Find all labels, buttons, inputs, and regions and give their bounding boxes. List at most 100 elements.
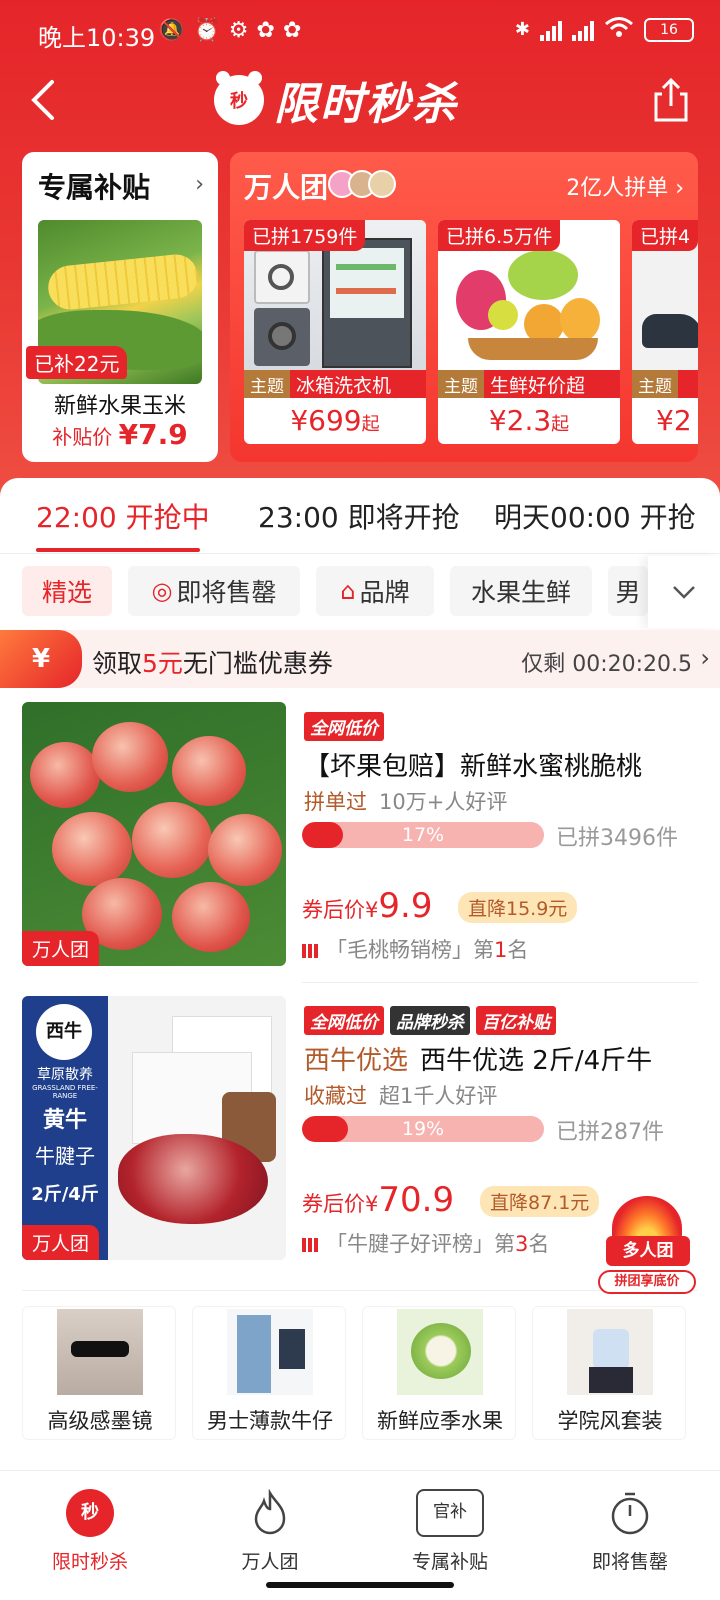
coupon-banner[interactable]: ¥ 领取5元无门槛优惠券 仅剩 00:20:20.5 › <box>0 630 720 688</box>
chip-featured[interactable]: 精选 <box>22 566 112 616</box>
back-button[interactable] <box>22 76 66 124</box>
group-item-price: ¥2.3起 <box>488 404 570 437</box>
target-icon: ◎ <box>151 577 173 605</box>
chip-men[interactable]: 男 <box>608 566 648 616</box>
group-item[interactable]: 已拼4 主题 ¥2 <box>632 220 698 444</box>
recommend-item[interactable]: 男士薄款牛仔 <box>192 1306 346 1440</box>
chip-fresh-fruit[interactable]: 水果生鲜 <box>450 566 592 616</box>
product-subtitle: 收藏过 超1千人好评 <box>304 1084 498 1108</box>
recommend-label: 学院风套装 <box>557 1409 663 1433</box>
image-text: GRASSLAND FREE-RANGE <box>32 1084 98 1100</box>
divider <box>302 982 698 983</box>
tab-2200[interactable]: 22:00 开抢中 <box>36 496 210 536</box>
group-title: 万人团 <box>244 171 329 204</box>
chevron-down-icon <box>673 586 695 599</box>
ranking-link[interactable]: 「毛桃畅销榜」第1名 <box>302 934 528 964</box>
category-chips: 精选 ◎ 即将售罄 ⌂ 品牌 水果生鲜 男 <box>0 556 720 628</box>
coupon-text: 领取5元无门槛优惠券 <box>92 649 333 678</box>
sunglasses-image <box>57 1309 143 1395</box>
sold-count: 已拼1759件 <box>244 220 366 251</box>
tag-lowest-price: 全网低价 <box>304 712 384 741</box>
flame-icon <box>246 1488 294 1537</box>
sold-count: 已拼4 <box>632 220 698 251</box>
uniform-image <box>567 1309 653 1395</box>
multi-group-float-button[interactable]: 多人团 拼团享底价 <box>598 1196 696 1300</box>
tab-2300[interactable]: 23:00 即将开抢 <box>258 496 460 536</box>
chevron-right-icon: › <box>195 172 204 197</box>
product-tags: 全网低价 <box>304 712 384 741</box>
battery-icon: 16 <box>644 17 694 42</box>
sold-count: 已拼3496件 <box>556 826 678 851</box>
subsidy-price: 补贴价 ¥7.9 <box>52 418 188 451</box>
ranking-icon <box>302 944 318 958</box>
tab-group-buy[interactable]: 万人团 <box>180 1471 360 1600</box>
share-button[interactable] <box>648 76 694 124</box>
tab-exclusive-subsidy[interactable]: 官补 专属补贴 <box>360 1471 540 1600</box>
expand-categories-button[interactable] <box>648 556 720 628</box>
product-name: 【坏果包赔】新鲜水蜜桃脆桃 <box>304 752 643 782</box>
status-bar: 晚上10:39 🔕⏰⚙✿✿ ✱ 16 <box>0 0 720 64</box>
signal-icon-2 <box>572 19 594 41</box>
theme-label: 主题 生鲜好价超 <box>438 370 620 398</box>
product-name: 西牛优选 西牛优选 2斤/4斤牛 <box>304 1046 653 1076</box>
image-text: 黄牛 <box>42 1108 87 1133</box>
coupon-countdown: 仅剩 00:20:20.5 <box>521 652 692 677</box>
recommend-item[interactable]: 学院风套装 <box>532 1306 686 1440</box>
progress-percent: 17% <box>401 824 445 846</box>
product-card[interactable]: 万人团 全网低价 【坏果包赔】新鲜水蜜桃脆桃 拼单过 10万+人好评 17% 已拼… <box>0 702 720 992</box>
group-buy-card[interactable]: 万人团 2亿人拼单 › 已拼1759件 主题 冰箱洗衣机 ¥699起 已拼6.5万… <box>230 152 698 462</box>
group-avatars <box>328 170 396 198</box>
time-tabs: 22:00 开抢中 23:00 即将开抢 明天00:00 开抢 <box>0 478 720 554</box>
product-tags: 全网低价 品牌秒杀 百亿补贴 <box>304 1006 556 1035</box>
ranking-icon <box>302 1238 318 1252</box>
tab-flash-sale[interactable]: 秒 限时秒杀 <box>0 1471 180 1600</box>
float-sublabel: 拼团享底价 <box>598 1270 696 1294</box>
page-title-wrap: 秒 限时秒杀 <box>214 70 458 130</box>
product-price: 券后价¥70.9 <box>302 1180 455 1220</box>
status-notification-icons: 🔕⏰⚙✿✿ <box>158 18 310 43</box>
subsidy-title: 专属补贴 <box>38 171 151 204</box>
share-icon <box>654 77 688 122</box>
tab-tomorrow-0000[interactable]: 明天00:00 开抢 <box>494 496 696 536</box>
brand-icon: ⌂ <box>340 577 356 605</box>
ranking-link[interactable]: 「牛腱子好评榜」第3名 <box>302 1228 549 1258</box>
tag-lowest-price: 全网低价 <box>304 1006 384 1035</box>
seckill-clock-icon: 秒 <box>214 71 264 125</box>
tab-label: 专属补贴 <box>411 1551 488 1573</box>
price-drop-badge: 直降87.1元 <box>480 1186 600 1217</box>
image-text: 牛腱子 <box>35 1144 95 1168</box>
tab-selling-out[interactable]: 即将售罄 <box>540 1471 720 1600</box>
divider <box>22 1290 698 1291</box>
chip-brand[interactable]: ⌂ 品牌 <box>316 566 434 616</box>
tab-label: 限时秒杀 <box>51 1551 128 1573</box>
product-price: 券后价¥9.9 <box>302 886 433 926</box>
active-tab-indicator <box>36 548 200 552</box>
recommend-label: 男士薄款牛仔 <box>207 1409 333 1433</box>
image-text: 2斤/4斤 <box>31 1184 99 1205</box>
price-drop-badge: 直降15.9元 <box>458 892 578 923</box>
subsidy-product-name: 新鲜水果玉米 <box>53 394 186 419</box>
coupon-icon: ¥ <box>0 630 82 688</box>
float-label: 多人团 <box>606 1236 690 1266</box>
wifi-icon <box>604 16 634 43</box>
group-item[interactable]: 已拼1759件 主题 冰箱洗衣机 ¥699起 <box>244 220 426 444</box>
peach-product-image: 万人团 <box>22 702 286 966</box>
tab-label: 万人团 <box>241 1551 299 1573</box>
signal-icon <box>540 19 562 41</box>
sales-progress-bar: 19% <box>302 1116 544 1142</box>
chip-selling-out[interactable]: ◎ 即将售罄 <box>128 566 300 616</box>
product-subtitle: 拼单过 10万+人好评 <box>304 790 508 814</box>
group-count-link[interactable]: 2亿人拼单 › <box>566 170 684 202</box>
theme-label: 主题 <box>632 370 698 398</box>
stopwatch-icon <box>606 1489 654 1537</box>
recommend-item[interactable]: 高级感墨镜 <box>22 1306 176 1440</box>
bluetooth-icon: ✱ <box>514 19 530 40</box>
group-item[interactable]: 已拼6.5万件 主题 生鲜好价超 ¥2.3起 <box>438 220 620 444</box>
official-subsidy-icon: 官补 <box>416 1489 484 1537</box>
recommend-item[interactable]: 新鲜应季水果 <box>362 1306 516 1440</box>
theme-label: 主题 冰箱洗衣机 <box>244 370 426 398</box>
sold-count: 已拼287件 <box>556 1120 664 1145</box>
recommend-label: 高级感墨镜 <box>47 1409 153 1433</box>
page-title: 限时秒杀 <box>274 79 458 130</box>
progress-percent: 19% <box>401 1118 445 1140</box>
